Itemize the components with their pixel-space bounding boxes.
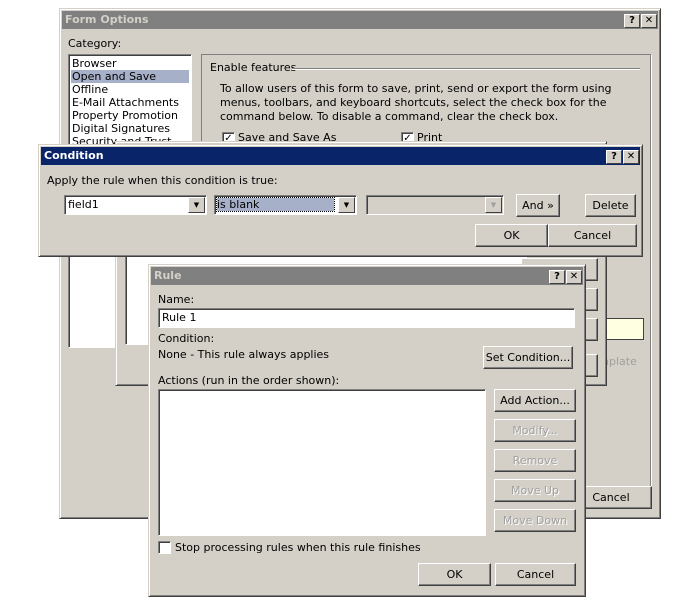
help-icon[interactable]: ?: [624, 14, 640, 28]
condition-label: Condition:: [158, 332, 215, 345]
template-text: nplate: [602, 355, 637, 368]
category-item[interactable]: Browser: [71, 57, 189, 70]
set-condition-button[interactable]: Set Condition...: [483, 346, 573, 369]
actions-list[interactable]: [158, 389, 486, 536]
rule-title: Rule: [154, 269, 182, 282]
rule-titlebar: Rule ? ✕: [151, 267, 583, 285]
category-item[interactable]: Digital Signatures: [71, 122, 189, 135]
chevron-down-icon[interactable]: ▼: [485, 197, 502, 213]
condition-titlebar: Condition ? ✕: [41, 147, 640, 165]
chevron-down-icon[interactable]: ▼: [338, 197, 355, 213]
operator-select-value: is blank: [216, 197, 335, 212]
field-select[interactable]: field1 ▼: [64, 195, 207, 215]
category-item[interactable]: Property Promotion: [71, 109, 189, 122]
name-input[interactable]: Rule 1: [158, 308, 575, 328]
rule-dialog: Rule ? ✕ Name: Rule 1 Condition: None - …: [148, 264, 586, 597]
rule-cancel-button[interactable]: Cancel: [495, 563, 576, 586]
add-action-button[interactable]: Add Action...: [494, 389, 576, 412]
description-text: To allow users of this form to save, pri…: [220, 82, 612, 123]
category-item[interactable]: E-Mail Attachments: [71, 96, 189, 109]
move-down-button[interactable]: Move Down: [494, 509, 576, 532]
field-select-value: field1: [68, 198, 99, 211]
operator-select[interactable]: is blank ▼: [214, 195, 357, 215]
delete-button[interactable]: Delete: [585, 194, 636, 217]
stop-processing-label: Stop processing rules when this rule fin…: [175, 541, 421, 554]
name-input-value: Rule 1: [162, 311, 197, 324]
move-up-button[interactable]: Move Up: [494, 479, 576, 502]
name-label: Name:: [158, 293, 195, 306]
form-options-title: Form Options: [65, 13, 149, 26]
chevron-down-icon[interactable]: ▼: [188, 197, 205, 213]
close-icon[interactable]: ✕: [566, 270, 582, 284]
category-item[interactable]: Offline: [71, 83, 189, 96]
modify-button[interactable]: Modify...: [494, 419, 576, 442]
enable-features-label: Enable features: [210, 61, 297, 74]
remove-button[interactable]: Remove: [494, 449, 576, 472]
condition-cancel-button[interactable]: Cancel: [548, 224, 637, 247]
condition-dialog: Condition ? ✕ Apply the rule when this c…: [38, 144, 643, 257]
category-label: Category:: [68, 37, 122, 50]
stop-processing-checkbox[interactable]: [158, 541, 171, 554]
condition-prompt: Apply the rule when this condition is tr…: [47, 174, 278, 187]
condition-title: Condition: [44, 149, 104, 162]
category-item[interactable]: Open and Save: [71, 70, 189, 83]
actions-label: Actions (run in the order shown):: [158, 374, 340, 387]
help-icon[interactable]: ?: [549, 270, 565, 284]
close-icon[interactable]: ✕: [641, 14, 657, 28]
form-options-titlebar: Form Options ? ✕: [62, 11, 658, 29]
group-divider: [292, 68, 640, 70]
and-button[interactable]: And »: [516, 194, 560, 217]
close-icon[interactable]: ✕: [623, 150, 639, 164]
rule-ok-button[interactable]: OK: [418, 563, 491, 586]
condition-value: None - This rule always applies: [158, 348, 330, 361]
condition-ok-button[interactable]: OK: [475, 224, 548, 247]
value-select[interactable]: ▼: [366, 195, 504, 215]
help-icon[interactable]: ?: [606, 150, 622, 164]
